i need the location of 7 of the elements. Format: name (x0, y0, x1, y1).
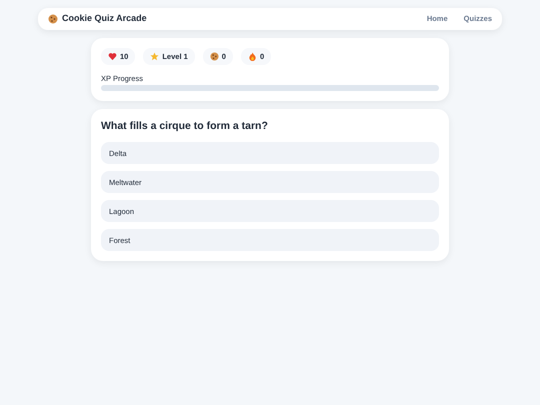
flame-icon (248, 52, 257, 62)
brand-title: Cookie Quiz Arcade (62, 12, 147, 26)
star-icon (150, 52, 160, 62)
cookie-icon (210, 52, 219, 62)
question-text: What fills a cirque to form a tarn? (101, 118, 269, 134)
cookie-icon (48, 14, 58, 24)
heart-icon (108, 52, 117, 62)
